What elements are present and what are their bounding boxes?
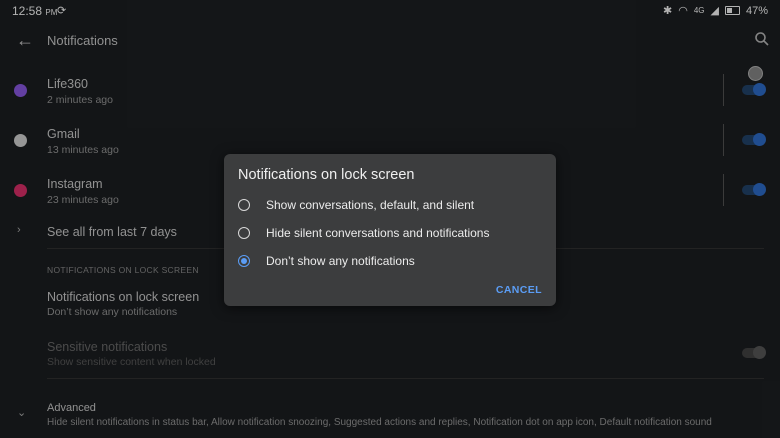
option-label: Hide silent conversations and notificati… xyxy=(266,226,490,240)
lock-screen-dialog: Notifications on lock screen Show conver… xyxy=(224,154,556,306)
radio-button-selected[interactable] xyxy=(238,255,250,267)
option-show-all[interactable]: Show conversations, default, and silent xyxy=(238,196,548,216)
option-hide-silent[interactable]: Hide silent conversations and notificati… xyxy=(238,224,548,244)
option-label: Show conversations, default, and silent xyxy=(266,198,475,212)
radio-button[interactable] xyxy=(238,227,250,239)
dialog-title: Notifications on lock screen xyxy=(238,167,415,183)
cancel-button[interactable]: CANCEL xyxy=(496,284,542,296)
option-label: Don’t show any notifications xyxy=(266,254,415,268)
option-dont-show[interactable]: Don’t show any notifications xyxy=(238,252,548,272)
radio-button[interactable] xyxy=(238,199,250,211)
